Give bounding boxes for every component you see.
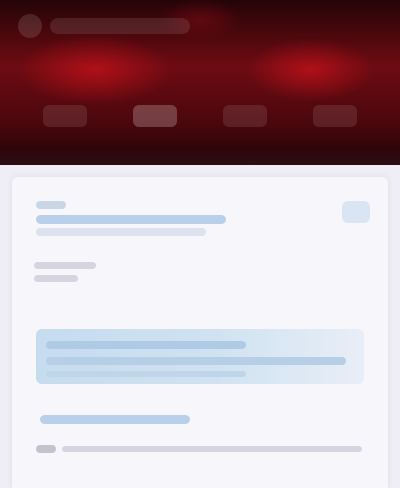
highlight-line-3 [46,371,246,377]
body-link[interactable] [40,415,190,424]
footer-row [36,445,366,455]
hero-banner [0,0,400,165]
hero-nav-item[interactable] [223,105,267,127]
card-header [36,197,236,237]
header-subtext [36,228,206,236]
hero-title [50,18,190,34]
hero-fade [0,147,400,165]
section-label [34,262,96,269]
hero-nav [20,96,380,136]
hero-nav-item[interactable] [313,105,357,127]
section-sublabel [34,275,78,282]
header-tag [36,201,66,209]
highlight-box[interactable] [36,329,364,384]
footer-icon [36,445,56,453]
hero-nav-item-active[interactable] [133,105,177,127]
highlight-line-2 [46,357,346,365]
header-link[interactable] [36,215,226,224]
content-card [12,177,388,488]
footer-text [62,446,362,452]
highlight-line-1 [46,341,246,349]
logo-icon[interactable] [18,14,42,38]
hero-nav-item[interactable] [43,105,87,127]
badge-icon[interactable] [342,201,370,223]
